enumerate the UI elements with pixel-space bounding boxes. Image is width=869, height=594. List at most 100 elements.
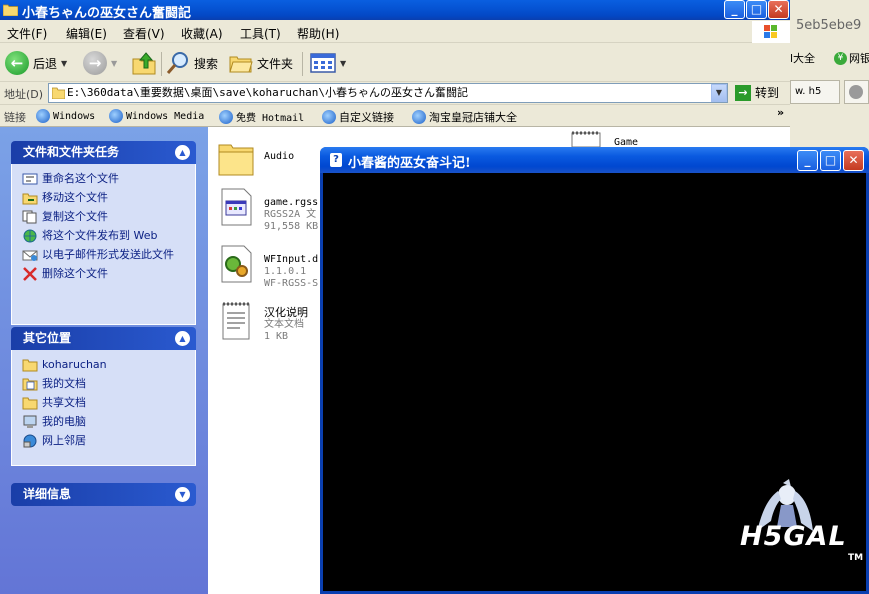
- file-item-audio[interactable]: Audio: [218, 137, 294, 177]
- panel-title: 其它位置: [23, 331, 72, 345]
- bank-label: 网银: [849, 52, 869, 65]
- menu-view[interactable]: 查看(V): [123, 25, 165, 42]
- place-my-documents[interactable]: 我的文档: [22, 377, 195, 391]
- toolbar-separator: [161, 52, 162, 76]
- folders-button[interactable]: 文件夹: [229, 50, 293, 76]
- place-koharuchan[interactable]: koharuchan: [22, 358, 195, 372]
- game-titlebar[interactable]: ? 小春酱的巫女奋斗记! _ □ ✕: [320, 147, 869, 173]
- ie-icon: [322, 110, 336, 124]
- windows-flag-icon: [764, 25, 777, 38]
- menu-file[interactable]: 文件(F): [7, 25, 47, 42]
- up-folder-icon: [132, 52, 156, 75]
- expand-chevron-icon[interactable]: ▼: [175, 487, 190, 502]
- rgss-archive-icon: [221, 188, 252, 226]
- back-button[interactable]: ← 后退 ▼: [5, 50, 67, 76]
- file-item-readme[interactable]: 汉化说明 文本文档 1 KB: [218, 301, 308, 343]
- task-copy[interactable]: 复制这个文件: [22, 210, 195, 224]
- link-custom[interactable]: 自定义链接: [322, 109, 394, 125]
- up-folder-button[interactable]: [131, 50, 157, 76]
- computer-icon: [23, 415, 37, 428]
- search-icon: [166, 52, 188, 74]
- search-label: 搜索: [194, 56, 219, 71]
- file-tasks-panel: 文件和文件夹任务 ▲ 重命名这个文件 移动这个文件 复制这个文件 将这个文件发布…: [11, 141, 196, 325]
- file-version: 1.1.0.1: [264, 266, 307, 277]
- folders-label: 文件夹: [257, 56, 294, 71]
- browser-tab[interactable]: [844, 80, 869, 104]
- views-button[interactable]: ▼: [310, 50, 346, 76]
- task-move[interactable]: 移动这个文件: [22, 191, 195, 205]
- forward-arrow-icon: →: [83, 51, 107, 75]
- address-bar: 地址(D) E:\360data\重要数据\桌面\save\koharuchan…: [0, 82, 790, 105]
- file-item-wfinput[interactable]: WFInput.d 1.1.0.1 WF-RGSS-S: [218, 244, 318, 290]
- views-dropdown-icon[interactable]: ▼: [340, 59, 346, 68]
- menu-edit[interactable]: 编辑(E): [66, 25, 107, 42]
- minimize-button[interactable]: _: [724, 0, 745, 19]
- go-label: 转到: [755, 86, 780, 100]
- link-taobao[interactable]: 淘宝皇冠店铺大全: [412, 109, 517, 125]
- link-label: 免费 Hotmail: [236, 113, 305, 124]
- windows-logo: [752, 21, 790, 43]
- other-places-header[interactable]: 其它位置 ▲: [11, 327, 196, 350]
- game-minimize-button[interactable]: _: [797, 150, 818, 171]
- link-windows-media[interactable]: Windows Media: [109, 109, 204, 123]
- task-label: 重命名这个文件: [42, 172, 119, 185]
- close-button[interactable]: ✕: [768, 0, 789, 19]
- place-my-computer[interactable]: 我的电脑: [22, 415, 195, 429]
- details-header[interactable]: 详细信息 ▼: [11, 483, 196, 506]
- task-label: 以电子邮件形式发送此文件: [42, 248, 174, 261]
- links-bar: 链接 Windows Windows Media 免费 Hotmail 自定义链…: [0, 105, 790, 127]
- file-name: Audio: [264, 151, 295, 162]
- menu-help[interactable]: 帮助(H): [297, 25, 339, 42]
- file-name: WFInput.d: [264, 254, 319, 265]
- search-button[interactable]: 搜索: [166, 50, 218, 76]
- task-delete[interactable]: 删除这个文件: [22, 267, 195, 281]
- explorer-titlebar[interactable]: 小春ちゃんの巫女さん奮闘記 _ □ ✕: [0, 0, 790, 21]
- link-windows[interactable]: Windows: [36, 109, 95, 123]
- links-more-chevron-icon[interactable]: »: [777, 106, 784, 119]
- task-label: 将这个文件发布到 Web: [42, 229, 158, 242]
- task-publish-web[interactable]: 将这个文件发布到 Web: [22, 229, 195, 243]
- panel-title: 文件和文件夹任务: [23, 145, 120, 159]
- collapse-chevron-icon[interactable]: ▲: [175, 331, 190, 346]
- file-item-game[interactable]: Game: [568, 129, 638, 149]
- file-name: game.rgss: [264, 197, 319, 208]
- browser-address-fragment: 5eb5ebe9: [796, 18, 862, 33]
- browser-toolbar-button[interactable]: l大全: [790, 50, 815, 66]
- link-hotmail[interactable]: 免费 Hotmail: [219, 109, 304, 124]
- game-window: ? 小春酱的巫女奋斗记! _ □ ✕ H5GAL TM: [320, 147, 869, 594]
- collapse-chevron-icon[interactable]: ▲: [175, 145, 190, 160]
- task-pane: 文件和文件夹任务 ▲ 重命名这个文件 移动这个文件 复制这个文件 将这个文件发布…: [0, 127, 208, 594]
- forward-dropdown-icon[interactable]: ▼: [111, 59, 117, 68]
- address-input[interactable]: E:\360data\重要数据\桌面\save\koharuchan\小春ちゃん…: [48, 83, 728, 103]
- file-item-game-rgss[interactable]: game.rgss RGSS2A 文 91,558 KB: [218, 187, 318, 233]
- menu-favorites[interactable]: 收藏(A): [181, 25, 223, 42]
- forward-button[interactable]: → ▼: [83, 50, 117, 76]
- h5gal-trademark: TM: [848, 553, 864, 563]
- go-button[interactable]: → 转到: [735, 84, 779, 101]
- browser-tab[interactable]: w. h5: [790, 80, 840, 104]
- bank-icon: ¥: [834, 51, 847, 65]
- folder-icon: [218, 144, 254, 176]
- place-shared-documents[interactable]: 共享文档: [22, 396, 195, 410]
- maximize-button[interactable]: □: [746, 0, 767, 19]
- help-icon: ?: [330, 153, 342, 167]
- dll-gears-icon: [221, 245, 252, 283]
- link-label: Windows: [53, 110, 96, 122]
- menu-tools[interactable]: 工具(T): [240, 25, 281, 42]
- ie-icon: [109, 109, 123, 123]
- place-network[interactable]: 网上邻居: [22, 434, 195, 448]
- move-icon: [22, 193, 38, 205]
- file-tasks-header[interactable]: 文件和文件夹任务 ▲: [11, 141, 196, 164]
- place-label: 我的电脑: [42, 415, 86, 428]
- address-dropdown-icon[interactable]: ▼: [711, 84, 727, 102]
- game-maximize-button[interactable]: □: [820, 150, 841, 171]
- go-arrow-icon: →: [735, 84, 751, 101]
- task-email[interactable]: 以电子邮件形式发送此文件: [22, 248, 195, 262]
- game-file-icon: [571, 131, 601, 147]
- back-dropdown-icon[interactable]: ▼: [61, 59, 67, 68]
- game-close-button[interactable]: ✕: [843, 150, 864, 171]
- links-label: 链接: [4, 111, 26, 124]
- task-rename[interactable]: 重命名这个文件: [22, 172, 195, 186]
- back-label: 后退: [33, 56, 58, 71]
- bank-button[interactable]: ¥ 网银: [834, 50, 869, 66]
